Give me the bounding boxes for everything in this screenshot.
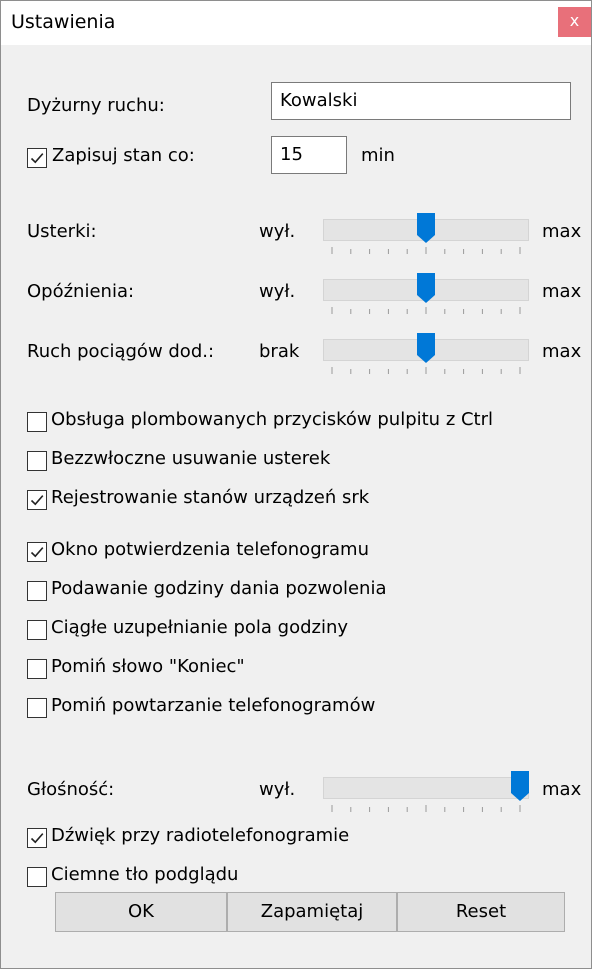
option-label: Podawanie godziny dania pozwolenia xyxy=(51,578,387,599)
option-checkbox[interactable] xyxy=(27,412,47,432)
option-label: Bezzwłoczne usuwanie usterek xyxy=(51,448,331,469)
option-checkbox[interactable] xyxy=(27,581,47,601)
autosave-unit: min xyxy=(361,145,395,166)
faults-min-label: wył. xyxy=(259,221,296,242)
checkmark-icon xyxy=(30,547,44,558)
autosave-interval-input[interactable]: 15 xyxy=(271,136,347,174)
extra-traffic-slider[interactable] xyxy=(323,331,529,375)
dialog-content: Dyżurny ruchu: Kowalski Zapisuj stan co:… xyxy=(1,45,591,968)
option-label: Ciągłe uzupełnianie pola godziny xyxy=(51,617,349,638)
volume-min-label: wył. xyxy=(259,779,296,800)
ok-button[interactable]: OK xyxy=(55,892,227,932)
option-checkbox[interactable] xyxy=(27,542,47,562)
option-checkbox[interactable] xyxy=(27,490,47,510)
volume-max-label: max xyxy=(542,779,582,800)
dispatcher-label: Dyżurny ruchu: xyxy=(27,95,165,116)
option-checkbox[interactable] xyxy=(27,828,47,848)
option-row[interactable]: Dźwięk przy radiotelefonogramie xyxy=(27,825,587,851)
autosave-checkbox[interactable] xyxy=(27,148,47,168)
delays-slider-thumb[interactable] xyxy=(417,273,435,303)
checkmark-icon xyxy=(30,495,44,506)
volume-label: Głośność: xyxy=(27,779,115,800)
delays-slider-ticks xyxy=(331,307,521,314)
option-row[interactable]: Pomiń powtarzanie telefonogramów xyxy=(27,695,587,721)
option-label: Pomiń powtarzanie telefonogramów xyxy=(51,695,376,716)
option-row[interactable]: Ciemne tło podglądu xyxy=(27,864,587,890)
option-row[interactable]: Obsługa plombowanych przycisków pulpitu … xyxy=(27,409,587,435)
option-row[interactable]: Podawanie godziny dania pozwolenia xyxy=(27,578,587,604)
dispatcher-input[interactable]: Kowalski xyxy=(271,82,571,120)
option-row[interactable]: Pomiń słowo "Koniec" xyxy=(27,656,587,682)
checkmark-icon xyxy=(30,153,44,164)
close-icon: x xyxy=(569,11,580,30)
settings-dialog: Ustawienia x Dyżurny ruchu: Kowalski Zap… xyxy=(0,0,592,969)
volume-slider-track xyxy=(323,777,529,799)
faults-slider-thumb[interactable] xyxy=(417,213,435,243)
window-title: Ustawienia xyxy=(11,11,116,33)
delays-label: Opóźnienia: xyxy=(27,281,135,302)
option-checkbox[interactable] xyxy=(27,698,47,718)
option-checkbox[interactable] xyxy=(27,659,47,679)
option-label: Pomiń słowo "Koniec" xyxy=(51,656,245,677)
faults-label: Usterki: xyxy=(27,221,97,242)
option-row[interactable]: Rejestrowanie stanów urządzeń srk xyxy=(27,487,587,513)
extra-traffic-min-label: brak xyxy=(259,341,300,362)
delays-max-label: max xyxy=(542,281,582,302)
option-checkbox[interactable] xyxy=(27,451,47,471)
extra-traffic-slider-ticks xyxy=(331,367,521,374)
option-row[interactable]: Bezzwłoczne usuwanie usterek xyxy=(27,448,587,474)
faults-slider[interactable] xyxy=(323,211,529,255)
extra-traffic-max-label: max xyxy=(542,341,582,362)
extra-traffic-label: Ruch pociągów dod.: xyxy=(27,341,215,362)
option-label: Rejestrowanie stanów urządzeń srk xyxy=(51,487,370,508)
option-label: Okno potwierdzenia telefonogramu xyxy=(51,539,369,560)
remember-button[interactable]: Zapamiętaj xyxy=(227,892,397,932)
option-row[interactable]: Okno potwierdzenia telefonogramu xyxy=(27,539,587,565)
close-button[interactable]: x xyxy=(558,7,591,37)
option-label: Obsługa plombowanych przycisków pulpitu … xyxy=(51,409,494,430)
autosave-label: Zapisuj stan co: xyxy=(52,145,195,166)
volume-slider-ticks xyxy=(331,805,521,812)
title-bar: Ustawienia x xyxy=(1,1,591,45)
faults-slider-ticks xyxy=(331,247,521,254)
volume-slider-thumb[interactable] xyxy=(511,771,529,801)
checkmark-icon xyxy=(30,833,44,844)
faults-max-label: max xyxy=(542,221,582,242)
volume-slider[interactable] xyxy=(323,769,529,813)
extra-traffic-slider-thumb[interactable] xyxy=(417,333,435,363)
option-label: Ciemne tło podglądu xyxy=(51,864,239,885)
delays-min-label: wył. xyxy=(259,281,296,302)
option-checkbox[interactable] xyxy=(27,867,47,887)
delays-slider[interactable] xyxy=(323,271,529,315)
reset-button[interactable]: Reset xyxy=(397,892,565,932)
option-checkbox[interactable] xyxy=(27,620,47,640)
option-label: Dźwięk przy radiotelefonogramie xyxy=(51,825,350,846)
option-row[interactable]: Ciągłe uzupełnianie pola godziny xyxy=(27,617,587,643)
